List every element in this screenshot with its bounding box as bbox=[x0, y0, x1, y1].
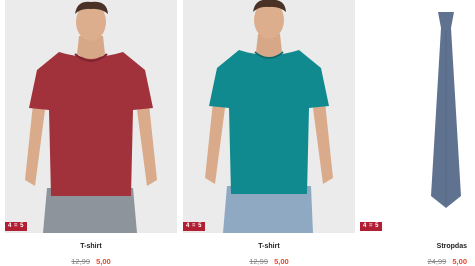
product-card-teal-tshirt[interactable]: 4 = 5 T-shirt 12,99 5,00 bbox=[183, 0, 355, 266]
product-image[interactable]: 4 = 5 bbox=[183, 0, 355, 233]
sale-price: 5,00 bbox=[96, 257, 111, 266]
old-price: 12,99 bbox=[249, 257, 269, 266]
old-price: 24,99 bbox=[427, 257, 447, 266]
promo-badge: 4 = 5 bbox=[5, 222, 28, 231]
product-image[interactable]: 4 = 5 bbox=[5, 0, 177, 233]
price-block: 12,99 5,00 bbox=[5, 257, 177, 266]
price-block: 12,99 5,00 bbox=[183, 257, 355, 266]
product-name[interactable]: Stropdas bbox=[360, 242, 475, 251]
tie-product-image bbox=[431, 12, 461, 208]
promo-badge: 4 = 5 bbox=[183, 222, 206, 231]
product-image[interactable]: 4 = 5 bbox=[360, 0, 475, 233]
product-name[interactable]: T-shirt bbox=[183, 242, 355, 251]
red-tshirt-model-image bbox=[25, 1, 157, 233]
old-price: 12,99 bbox=[71, 257, 91, 266]
price-block: 24,99 5,00 bbox=[360, 257, 475, 266]
sale-price: 5,00 bbox=[452, 257, 467, 266]
product-card-tie[interactable]: 4 = 5 Stropdas 24,99 5,00 bbox=[360, 0, 475, 266]
promo-badge: 4 = 5 bbox=[360, 222, 383, 231]
product-card-red-tshirt[interactable]: 4 = 5 T-shirt 12,99 5,00 bbox=[5, 0, 177, 266]
product-name[interactable]: T-shirt bbox=[5, 242, 177, 251]
teal-tshirt-model-image bbox=[205, 0, 333, 233]
sale-price: 5,00 bbox=[274, 257, 289, 266]
product-grid: 4 = 5 T-shirt 12,99 5,00 4 = 5 T-shirt 1… bbox=[0, 0, 475, 266]
